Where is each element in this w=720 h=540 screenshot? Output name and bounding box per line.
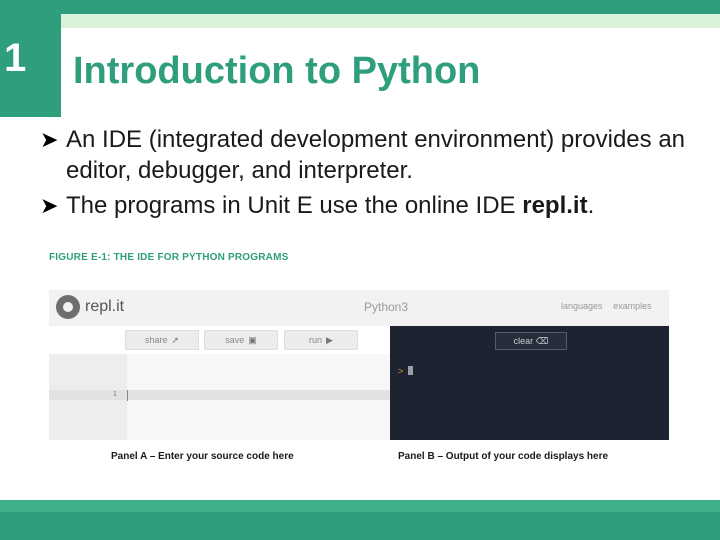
ide-header: repl.it Python3 languages examples [49,290,669,326]
panel-b-label: Panel B – Output of your code displays h… [398,451,609,462]
editor-toolbar: share ➚ save ▣ run ▶ [49,326,390,354]
bullet-item: ➤ The programs in Unit E use the online … [40,190,710,221]
figure-caption: FIGURE E-1: THE IDE FOR PYTHON PROGRAMS [49,252,289,263]
header-links: languages examples [561,301,660,311]
arrow-bullet-icon: ➤ [40,193,59,218]
editor-cursor [127,390,128,401]
save-button[interactable]: save ▣ [204,330,278,350]
console-prompt: > [398,366,404,376]
output-panel: clear ⌫ > [390,326,669,440]
language-title: Python3 [364,300,409,314]
slide-title: Introduction to Python [73,50,481,92]
arrow-bullet-icon: ➤ [40,127,59,152]
languages-link[interactable]: languages [561,301,603,311]
save-icon: ▣ [248,335,257,345]
bullet-suffix: . [587,192,595,219]
run-button[interactable]: run ▶ [284,330,358,350]
bullet-item: ➤ An IDE (integrated development environ… [40,124,710,186]
console-cursor [408,366,413,375]
examples-link[interactable]: examples [613,301,652,311]
replit-logo-icon [56,295,80,319]
panel-a-label: Panel A – Enter your source code here [111,451,294,462]
top-light-bar [61,14,720,28]
top-accent-bar [0,0,720,14]
bullet-bold-text: repl.it [522,192,588,219]
bullet-text: The programs in Unit E use the online ID… [66,192,523,219]
play-icon: ▶ [326,335,333,345]
bullet-text: An IDE (integrated development environme… [66,126,686,184]
active-code-line[interactable] [49,390,390,400]
share-icon: ➚ [171,335,180,345]
brand-name: repl.it [85,298,125,315]
editor-panel[interactable]: share ➚ save ▣ run ▶ 1 [49,326,390,440]
ide-screenshot: repl.it Python3 languages examples share… [49,290,669,440]
clear-button[interactable]: clear ⌫ [495,332,567,350]
bullet-list: ➤ An IDE (integrated development environ… [40,124,710,225]
bottom-accent-stripe [0,500,720,512]
clear-icon: ⌫ [535,336,549,346]
line-number: 1 [113,391,117,398]
slide-number: 1 [4,36,27,80]
share-button[interactable]: share ➚ [125,330,199,350]
